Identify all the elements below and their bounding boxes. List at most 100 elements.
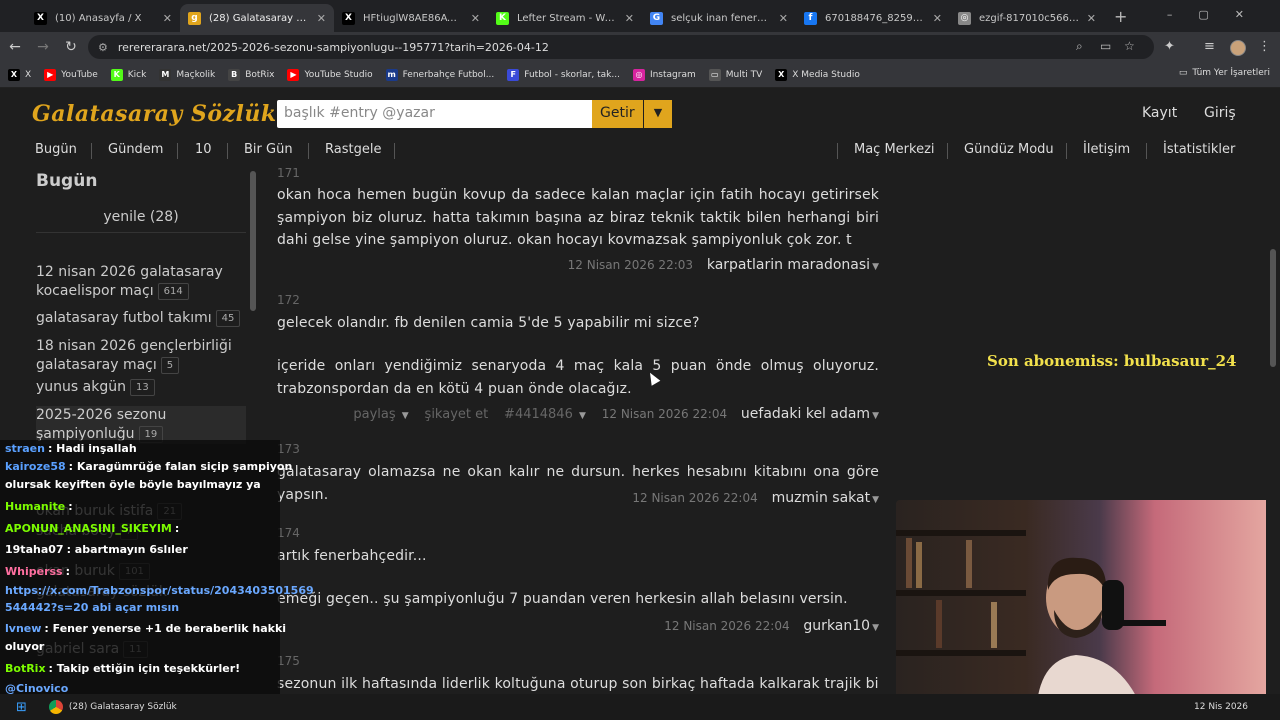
nav-gunduz-modu[interactable]: Gündüz Modu [964, 142, 1054, 157]
reload-icon[interactable]: ↻ [58, 39, 84, 55]
sidebar-topic[interactable]: 12 nisan 2026 galatasaray kocaelispor ma… [36, 263, 246, 301]
site-info-icon[interactable]: ⚙ [98, 41, 108, 54]
chrome-taskbar-icon[interactable] [48, 700, 63, 714]
bookmark-item[interactable]: ▶ YouTube Studio [287, 68, 373, 81]
all-bookmarks-label: Tüm Yer İşaretleri [1192, 68, 1270, 78]
site-logo[interactable]: Galatasaray Sözlük [32, 101, 277, 127]
entry-author[interactable]: gurkan10 [803, 618, 870, 634]
profile-avatar[interactable] [1230, 40, 1246, 56]
share-button[interactable]: paylaş ▼ [353, 407, 408, 422]
nav-mac-merkezi[interactable]: Maç Merkezi [854, 142, 935, 157]
windows-start-icon[interactable]: ⊞ [16, 700, 27, 715]
bookmark-item[interactable]: M Maçkolik [159, 68, 215, 81]
search-button[interactable]: Getir [592, 100, 643, 128]
entry-author[interactable]: muzmin sakat [772, 490, 871, 506]
topic-count-badge: 614 [157, 282, 189, 300]
entry-text: gelecek olandır. fb denilen camia 5'de 5… [277, 315, 700, 331]
nav-bir-gun[interactable]: Bir Gün [244, 142, 293, 157]
browser-tab[interactable]: K Lefter Stream - Watch Liv ✕ [488, 4, 642, 32]
bookmark-item[interactable]: ▭ Multi TV [708, 68, 762, 81]
taskbar-app-label[interactable]: (28) Galatasaray Sözlük [69, 702, 177, 712]
nav-iletisim[interactable]: İletişim [1083, 142, 1130, 157]
sidebar-topic[interactable]: 2025-2026 sezonu şampiyonluğu 19 [36, 406, 246, 444]
search-options-dropdown[interactable]: ▼ [644, 100, 672, 128]
close-tab-icon[interactable]: ✕ [471, 12, 480, 25]
nav-rastgele[interactable]: Rastgele [325, 142, 381, 157]
chat-username: lvnew [5, 622, 42, 635]
sidebar-topic[interactable]: 18 nisan 2026 gençlerbirliği galatasaray… [36, 337, 246, 375]
caret-down-icon[interactable]: ▼ [872, 411, 879, 421]
entry-date[interactable]: 12 Nisan 2026 22:04 [602, 407, 727, 421]
browser-tab[interactable]: Gselçuk inan fenerbahçe - ✕ [642, 4, 796, 32]
sidebar-topic[interactable]: yunus akgün 13 [36, 378, 246, 397]
refresh-button[interactable]: yenile (28) [36, 205, 246, 233]
search-input[interactable]: başlık #entry @yazar [277, 100, 592, 128]
browser-tab[interactable]: X (10) Anasayfa / X ✕ [26, 4, 180, 32]
nav-bugun[interactable]: Bugün [35, 142, 77, 157]
close-tab-icon[interactable]: ✕ [1087, 12, 1096, 25]
menu-icon[interactable]: ⋮ [1258, 39, 1271, 54]
caret-down-icon[interactable]: ▼ [872, 623, 879, 633]
bookmark-item[interactable]: F Futbol - skorlar, tak... [507, 68, 620, 81]
close-tab-icon[interactable]: ✕ [317, 12, 326, 25]
entry-date[interactable]: 12 Nisan 2026 22:04 [632, 491, 757, 505]
window-controls[interactable]: –▢✕ [1167, 8, 1270, 21]
nav-istatistikler[interactable]: İstatistikler [1163, 142, 1235, 157]
bookmark-item[interactable]: K Kick [110, 68, 146, 81]
browser-tab-strip: X (10) Anasayfa / X ✕ g (28) Galatasaray Söz… [0, 0, 1280, 32]
browser-tab[interactable]: ◎ ezgif-817010c5667bb54 ✕ [950, 4, 1104, 32]
back-icon[interactable]: ← [2, 39, 28, 55]
bookmark-item[interactable]: X X Media Studio [775, 68, 860, 81]
entry-date[interactable]: 12 Nisan 2026 22:03 [568, 258, 693, 272]
new-tab-button[interactable]: + [1114, 7, 1127, 26]
close-tab-icon[interactable]: ✕ [625, 12, 634, 25]
bookmark-item[interactable]: ▶ YouTube [44, 68, 98, 81]
close-tab-icon[interactable]: ✕ [933, 12, 942, 25]
caret-down-icon[interactable]: ▼ [872, 262, 879, 272]
kick-icon: K [496, 11, 509, 25]
bookmark-icon: ▭ [708, 68, 721, 81]
caret-down-icon[interactable]: ▼ [872, 495, 879, 505]
chat-text: : [68, 500, 73, 513]
chat-text: 544442?s=20 abi açar mısın [5, 601, 180, 614]
close-tab-icon[interactable]: ✕ [163, 12, 172, 25]
chat-message: Humanite: [5, 498, 73, 516]
chat-username: straen [5, 442, 45, 455]
address-bar[interactable]: ⚙ rerererarara.net/2025-2026-sezonu-samp… [88, 35, 1154, 59]
bookmark-item[interactable]: ◎ Instagram [632, 68, 696, 81]
entry-number: 175 [277, 654, 300, 668]
page-scrollbar[interactable] [1270, 249, 1276, 367]
entry-id[interactable]: #4414846 ▼ [504, 407, 586, 422]
extensions-icon[interactable]: ✦ [1164, 39, 1175, 54]
browser-tab[interactable]: X HFtiuglW8AE86AW (2300 ✕ [334, 4, 488, 32]
entry-meta: 12 Nisan 2026 22:04 gurkan10 ▼ [664, 618, 879, 634]
report-button[interactable]: şikayet et [425, 407, 489, 422]
browser-tab[interactable]: g (28) Galatasaray Sözlük ✕ [180, 4, 334, 32]
bookmark-item[interactable]: m Fenerbahçe Futbol... [385, 68, 494, 81]
close-tab-icon[interactable]: ✕ [779, 12, 788, 25]
nav-gundem[interactable]: Gündem [108, 142, 163, 157]
login-link[interactable]: Giriş [1204, 105, 1236, 121]
zoom-icon[interactable]: ⌕ [1076, 39, 1083, 54]
register-link[interactable]: Kayıt [1142, 105, 1177, 121]
bookmark-star-icon[interactable]: ☆ [1124, 39, 1135, 53]
bookmark-item[interactable]: B BotRix [228, 68, 274, 81]
sidebar-topic[interactable]: galatasaray futbol takımı 45 [36, 309, 246, 328]
nav-10[interactable]: 10 [195, 142, 212, 157]
entry-date[interactable]: 12 Nisan 2026 22:04 [664, 619, 789, 633]
bookshelf [896, 590, 1026, 596]
entry-author[interactable]: karpatlarin maradonasi [707, 257, 870, 273]
chat-text: olursak keyiften öyle böyle bayılmayız y… [5, 478, 261, 491]
entry-meta: 12 Nisan 2026 22:04 muzmin sakat ▼ [632, 490, 879, 506]
nav-separator [91, 143, 92, 159]
browser-tab[interactable]: f 670188476_8259681872 ✕ [796, 4, 950, 32]
entry-author[interactable]: uefadaki kel adam [741, 406, 870, 422]
all-bookmarks[interactable]: ▭ Tüm Yer İşaretleri [1179, 68, 1270, 78]
sidebar-scrollbar[interactable] [250, 171, 256, 311]
bookmark-item[interactable]: XX [8, 68, 31, 81]
chat-message: 19taha07: abartmayın 6slıler [5, 541, 188, 559]
media-control-icon[interactable]: ≡ [1204, 39, 1215, 54]
nav-separator [1146, 143, 1147, 159]
cast-icon[interactable]: ▭ [1100, 39, 1111, 53]
forward-icon[interactable]: → [30, 39, 56, 55]
